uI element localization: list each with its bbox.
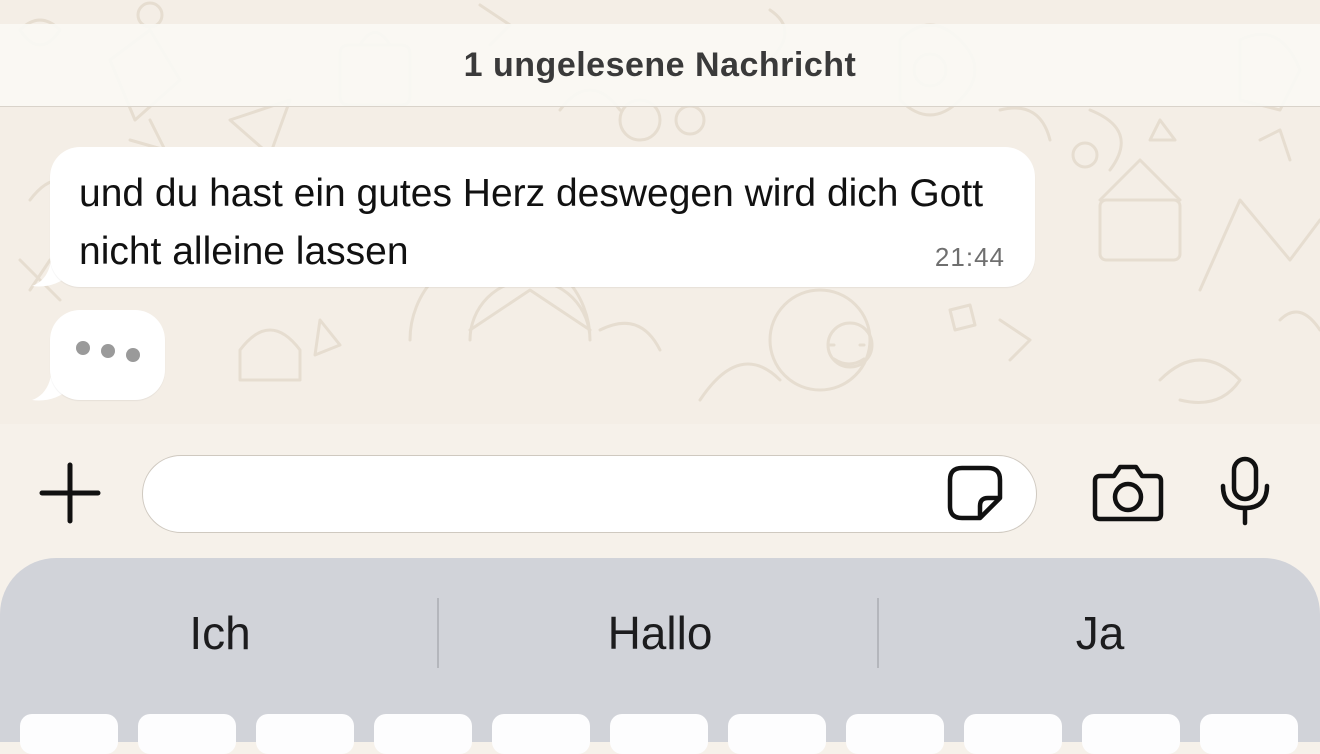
message-input[interactable] [142, 455, 1037, 533]
keyboard-key[interactable] [20, 714, 118, 754]
camera-icon[interactable] [1092, 462, 1164, 522]
keyboard-key[interactable] [1200, 714, 1298, 754]
sticker-icon[interactable] [946, 464, 1004, 522]
keyboard-key[interactable] [1082, 714, 1180, 754]
typing-dot [126, 348, 140, 362]
keyboard-key[interactable] [610, 714, 708, 754]
keyboard-key[interactable] [964, 714, 1062, 754]
microphone-icon[interactable] [1217, 456, 1273, 526]
unread-messages-banner: 1 ungelesene Nachricht [0, 24, 1320, 107]
suggestion-divider [437, 598, 439, 668]
chat-area[interactable]: 1 ungelesene Nachricht und du hast ein g… [0, 0, 1320, 424]
keyboard-key[interactable] [846, 714, 944, 754]
keyboard: Ich Hallo Ja [0, 558, 1320, 754]
keyboard-key[interactable] [374, 714, 472, 754]
plus-icon[interactable] [38, 461, 102, 525]
incoming-message-bubble[interactable]: und du hast ein gutes Herz deswegen wird… [50, 147, 1035, 287]
keyboard-key[interactable] [728, 714, 826, 754]
typing-indicator-bubble [50, 310, 165, 400]
keyboard-key[interactable] [256, 714, 354, 754]
suggestion-ich[interactable]: Ich [0, 606, 440, 660]
suggestion-ja[interactable]: Ja [880, 606, 1320, 660]
typing-dot [101, 344, 115, 358]
suggestion-hallo[interactable]: Hallo [440, 606, 880, 660]
keyboard-key[interactable] [492, 714, 590, 754]
keyboard-key[interactable] [138, 714, 236, 754]
typing-dot [76, 341, 90, 355]
suggestion-divider [877, 598, 879, 668]
unread-banner-text: 1 ungelesene Nachricht [463, 45, 857, 84]
message-text: und du hast ein gutes Herz deswegen wird… [79, 172, 984, 273]
message-timestamp: 21:44 [934, 242, 1005, 272]
